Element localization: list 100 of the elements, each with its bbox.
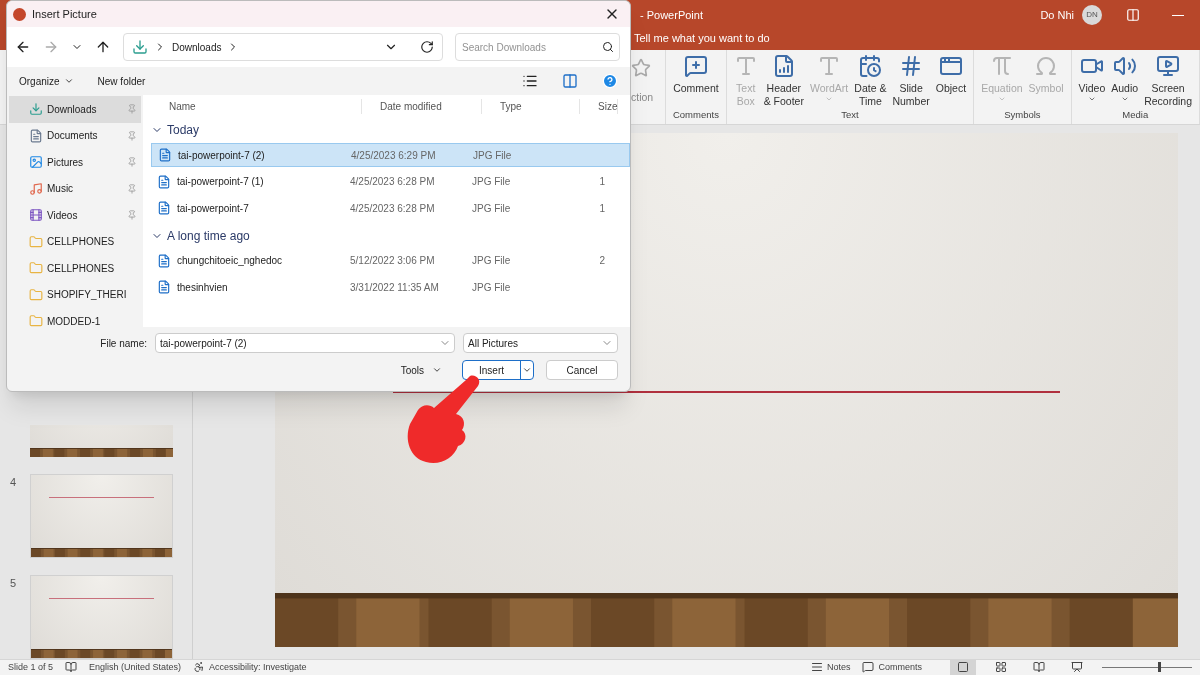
file-row[interactable]: tai-powerpoint-7 (2) 4/25/2023 6:29 PM JPG File xyxy=(151,143,630,167)
lines-icon xyxy=(810,661,823,674)
zoom-thumb[interactable] xyxy=(1157,661,1161,672)
file-row[interactable]: thesinhvien 3/31/2022 11:35 AM JPG File xyxy=(151,275,630,299)
folder-icon xyxy=(29,314,43,327)
up-icon[interactable] xyxy=(95,39,111,55)
accessibility[interactable]: Accessibility: Investigate xyxy=(209,660,307,675)
language[interactable]: English (United States) xyxy=(89,660,182,675)
spellcheck-icon[interactable] xyxy=(65,661,78,674)
notes-button[interactable]: Notes xyxy=(810,660,851,675)
ribbon-button[interactable]: Date & Time xyxy=(851,53,890,108)
sidebar-item[interactable]: Documents xyxy=(9,122,141,149)
file-type: JPG File xyxy=(471,280,512,295)
file-size: 1 xyxy=(599,201,605,216)
back-icon[interactable] xyxy=(15,39,31,55)
file-date: 5/12/2022 3:06 PM xyxy=(350,254,436,268)
sidebar-label: Pictures xyxy=(47,155,85,170)
column-header[interactable]: Type xyxy=(482,98,580,114)
user-avatar[interactable]: DN xyxy=(1082,5,1102,25)
sidebar-item[interactable]: CELLPHONES xyxy=(9,228,141,255)
new-folder-button[interactable]: New folder xyxy=(97,73,146,89)
column-header[interactable]: Name xyxy=(151,98,362,114)
caret-icon xyxy=(432,365,442,375)
accessibility-icon[interactable] xyxy=(193,661,206,674)
image-file-icon xyxy=(157,201,171,215)
file-type: JPG File xyxy=(471,201,512,216)
tools-button[interactable]: Tools xyxy=(400,362,442,378)
refresh-icon[interactable] xyxy=(420,40,434,54)
sidebar-label: CELLPHONES xyxy=(47,235,116,250)
view-menu-icon[interactable] xyxy=(522,73,538,89)
comments-button[interactable]: Comments xyxy=(862,660,922,675)
sidebar-item[interactable]: Pictures xyxy=(9,149,141,176)
column-header[interactable]: Size xyxy=(580,98,619,114)
window-title: - PowerPoint xyxy=(640,7,703,23)
group-header[interactable]: A long time ago xyxy=(151,222,630,249)
ribbon-button[interactable]: Video xyxy=(1075,53,1109,108)
sidebar-item[interactable]: MODDED-1 xyxy=(9,308,141,327)
file-row[interactable]: tai-powerpoint-7 (1) 4/25/2023 6:28 PM JPG File 1 xyxy=(151,169,630,194)
tell-me-field[interactable]: Tell me what you want to do xyxy=(634,30,770,47)
ribbon-button[interactable]: Audio xyxy=(1108,53,1142,108)
sidebar-label: SHOPIFY_THERI xyxy=(47,288,128,303)
file-name-field[interactable]: tai-powerpoint-7 (2) xyxy=(155,333,455,353)
slide-thumbnail[interactable] xyxy=(30,473,173,558)
folder-icon xyxy=(29,287,43,302)
screen-icon xyxy=(1156,53,1181,78)
group-label: Text xyxy=(840,107,860,122)
slide-count[interactable]: Slide 1 of 5 xyxy=(8,660,54,675)
address-bar[interactable]: Downloads xyxy=(123,33,443,61)
file-date: 4/25/2023 6:29 PM xyxy=(351,148,437,163)
search-icon[interactable] xyxy=(602,41,614,53)
sidebar-item[interactable]: Music xyxy=(9,175,141,202)
ribbon-button[interactable]: Slide Number xyxy=(889,53,933,108)
music-icon xyxy=(29,181,43,196)
insert-button[interactable]: Insert xyxy=(462,360,534,380)
pin-icon xyxy=(127,104,137,115)
book-icon xyxy=(1033,661,1045,674)
ribbon-button[interactable]: Object xyxy=(932,53,970,108)
sidebar-item[interactable]: Videos xyxy=(9,202,141,229)
sidebar-item[interactable]: Downloads xyxy=(9,96,141,123)
ribbon-button[interactable]: Header & Footer xyxy=(760,53,807,108)
file-date: 4/25/2023 6:28 PM xyxy=(350,175,436,189)
file-name: tai-powerpoint-7 xyxy=(177,201,249,216)
image-file-icon xyxy=(157,174,171,189)
sidebar-label: CELLPHONES xyxy=(47,261,116,276)
file-name: tai-powerpoint-7 (1) xyxy=(177,175,264,189)
caret-icon xyxy=(522,365,532,375)
app-logo-icon xyxy=(13,7,26,21)
column-header[interactable]: Date modified xyxy=(362,98,482,114)
file-row[interactable]: tai-powerpoint-7 4/25/2023 6:28 PM JPG File 1 xyxy=(151,196,630,220)
group-header[interactable]: Today xyxy=(151,117,630,143)
help-icon[interactable] xyxy=(602,73,618,89)
pin-icon xyxy=(127,183,137,194)
file-size: 1 xyxy=(599,175,605,189)
preview-pane-icon[interactable] xyxy=(562,73,578,89)
organize-button[interactable]: Organize xyxy=(19,73,74,89)
sidebar-item[interactable]: CELLPHONES xyxy=(9,255,141,282)
file-name: tai-powerpoint-7 (2) xyxy=(178,148,265,163)
sidebar-label: Music xyxy=(47,182,75,197)
file-type-dropdown[interactable]: All Pictures xyxy=(463,333,618,353)
caret-icon xyxy=(63,76,74,86)
file-row[interactable]: chungchitoeic_nghedoc 5/12/2022 3:06 PM JPG File 2 xyxy=(151,248,630,273)
file-date: 4/25/2023 6:28 PM xyxy=(350,201,436,216)
ribbon-display-icon[interactable] xyxy=(1126,8,1140,22)
slide-number: 4 xyxy=(9,474,18,490)
user-name: Do Nhi xyxy=(1040,7,1074,23)
image-icon xyxy=(29,155,43,170)
sidebar-item[interactable]: SHOPIFY_THERI xyxy=(9,281,141,308)
search-field[interactable]: Search Downloads xyxy=(455,33,620,61)
slide-number: 5 xyxy=(9,575,18,591)
file-name: thesinhvien xyxy=(177,280,228,295)
view-button[interactable] xyxy=(950,659,976,675)
ribbon-button[interactable]: Screen Recording xyxy=(1141,53,1195,108)
file-size: 2 xyxy=(599,254,605,268)
file-type: JPG File xyxy=(471,254,512,268)
path-segment[interactable]: Downloads xyxy=(172,39,222,55)
ribbon-button[interactable]: Comment xyxy=(670,53,722,108)
image-file-icon xyxy=(157,280,171,294)
minimize-icon[interactable] xyxy=(1172,14,1184,16)
cancel-button[interactable]: Cancel xyxy=(546,360,618,380)
slide-thumbnail[interactable] xyxy=(30,574,173,659)
